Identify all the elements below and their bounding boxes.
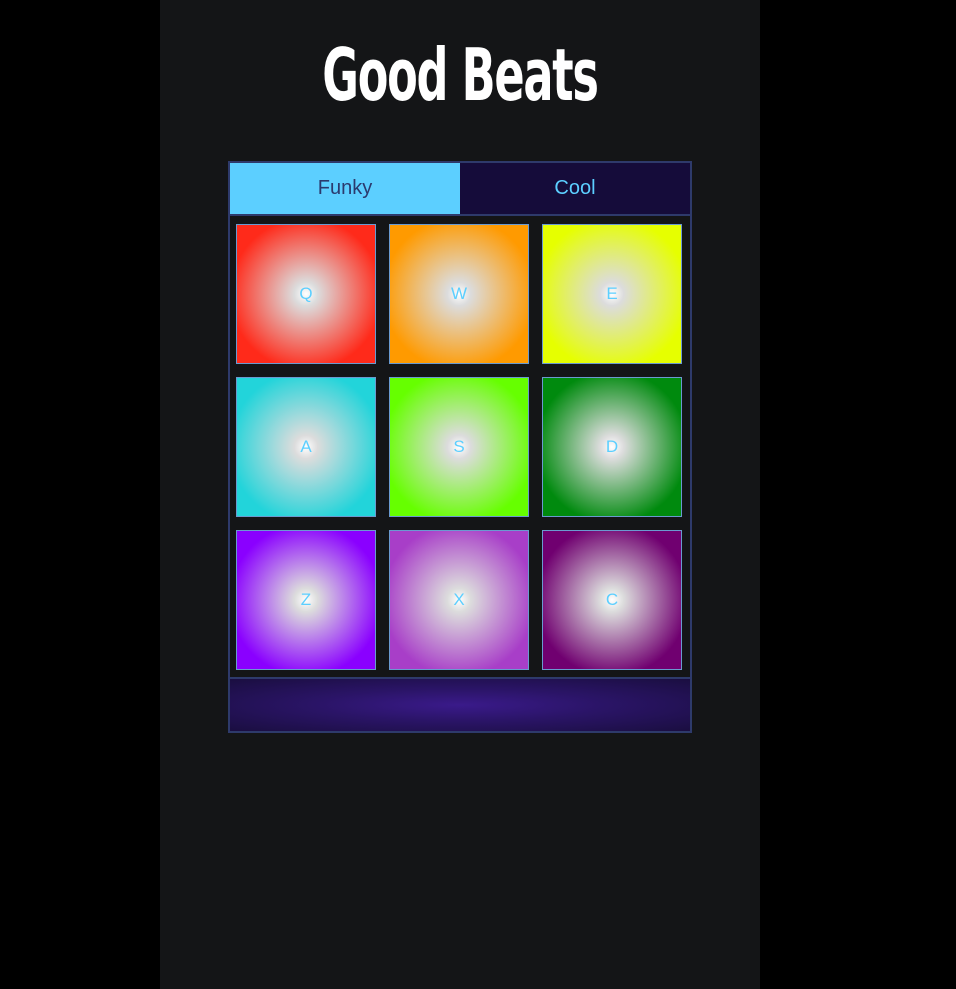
pad-grid: Q W E A S D Z X C [230, 216, 690, 679]
tab-bar: Funky Cool [230, 163, 690, 216]
drum-pad-z[interactable]: Z [236, 530, 376, 670]
drum-pad-c[interactable]: C [542, 530, 682, 670]
drum-pad-w[interactable]: W [389, 224, 529, 364]
app-panel: Good Beats Funky Cool Q W E A S D Z X C [160, 0, 760, 989]
drum-pad-e[interactable]: E [542, 224, 682, 364]
drum-pad-q[interactable]: Q [236, 224, 376, 364]
drum-pad-s[interactable]: S [389, 377, 529, 517]
drum-pad-d[interactable]: D [542, 377, 682, 517]
tab-funky[interactable]: Funky [230, 163, 460, 214]
drum-pad-a[interactable]: A [236, 377, 376, 517]
display-bar [230, 679, 690, 731]
page-title: Good Beats [322, 33, 599, 117]
tab-cool[interactable]: Cool [460, 163, 690, 214]
drum-pad-x[interactable]: X [389, 530, 529, 670]
drum-machine: Funky Cool Q W E A S D Z X C [228, 161, 692, 733]
